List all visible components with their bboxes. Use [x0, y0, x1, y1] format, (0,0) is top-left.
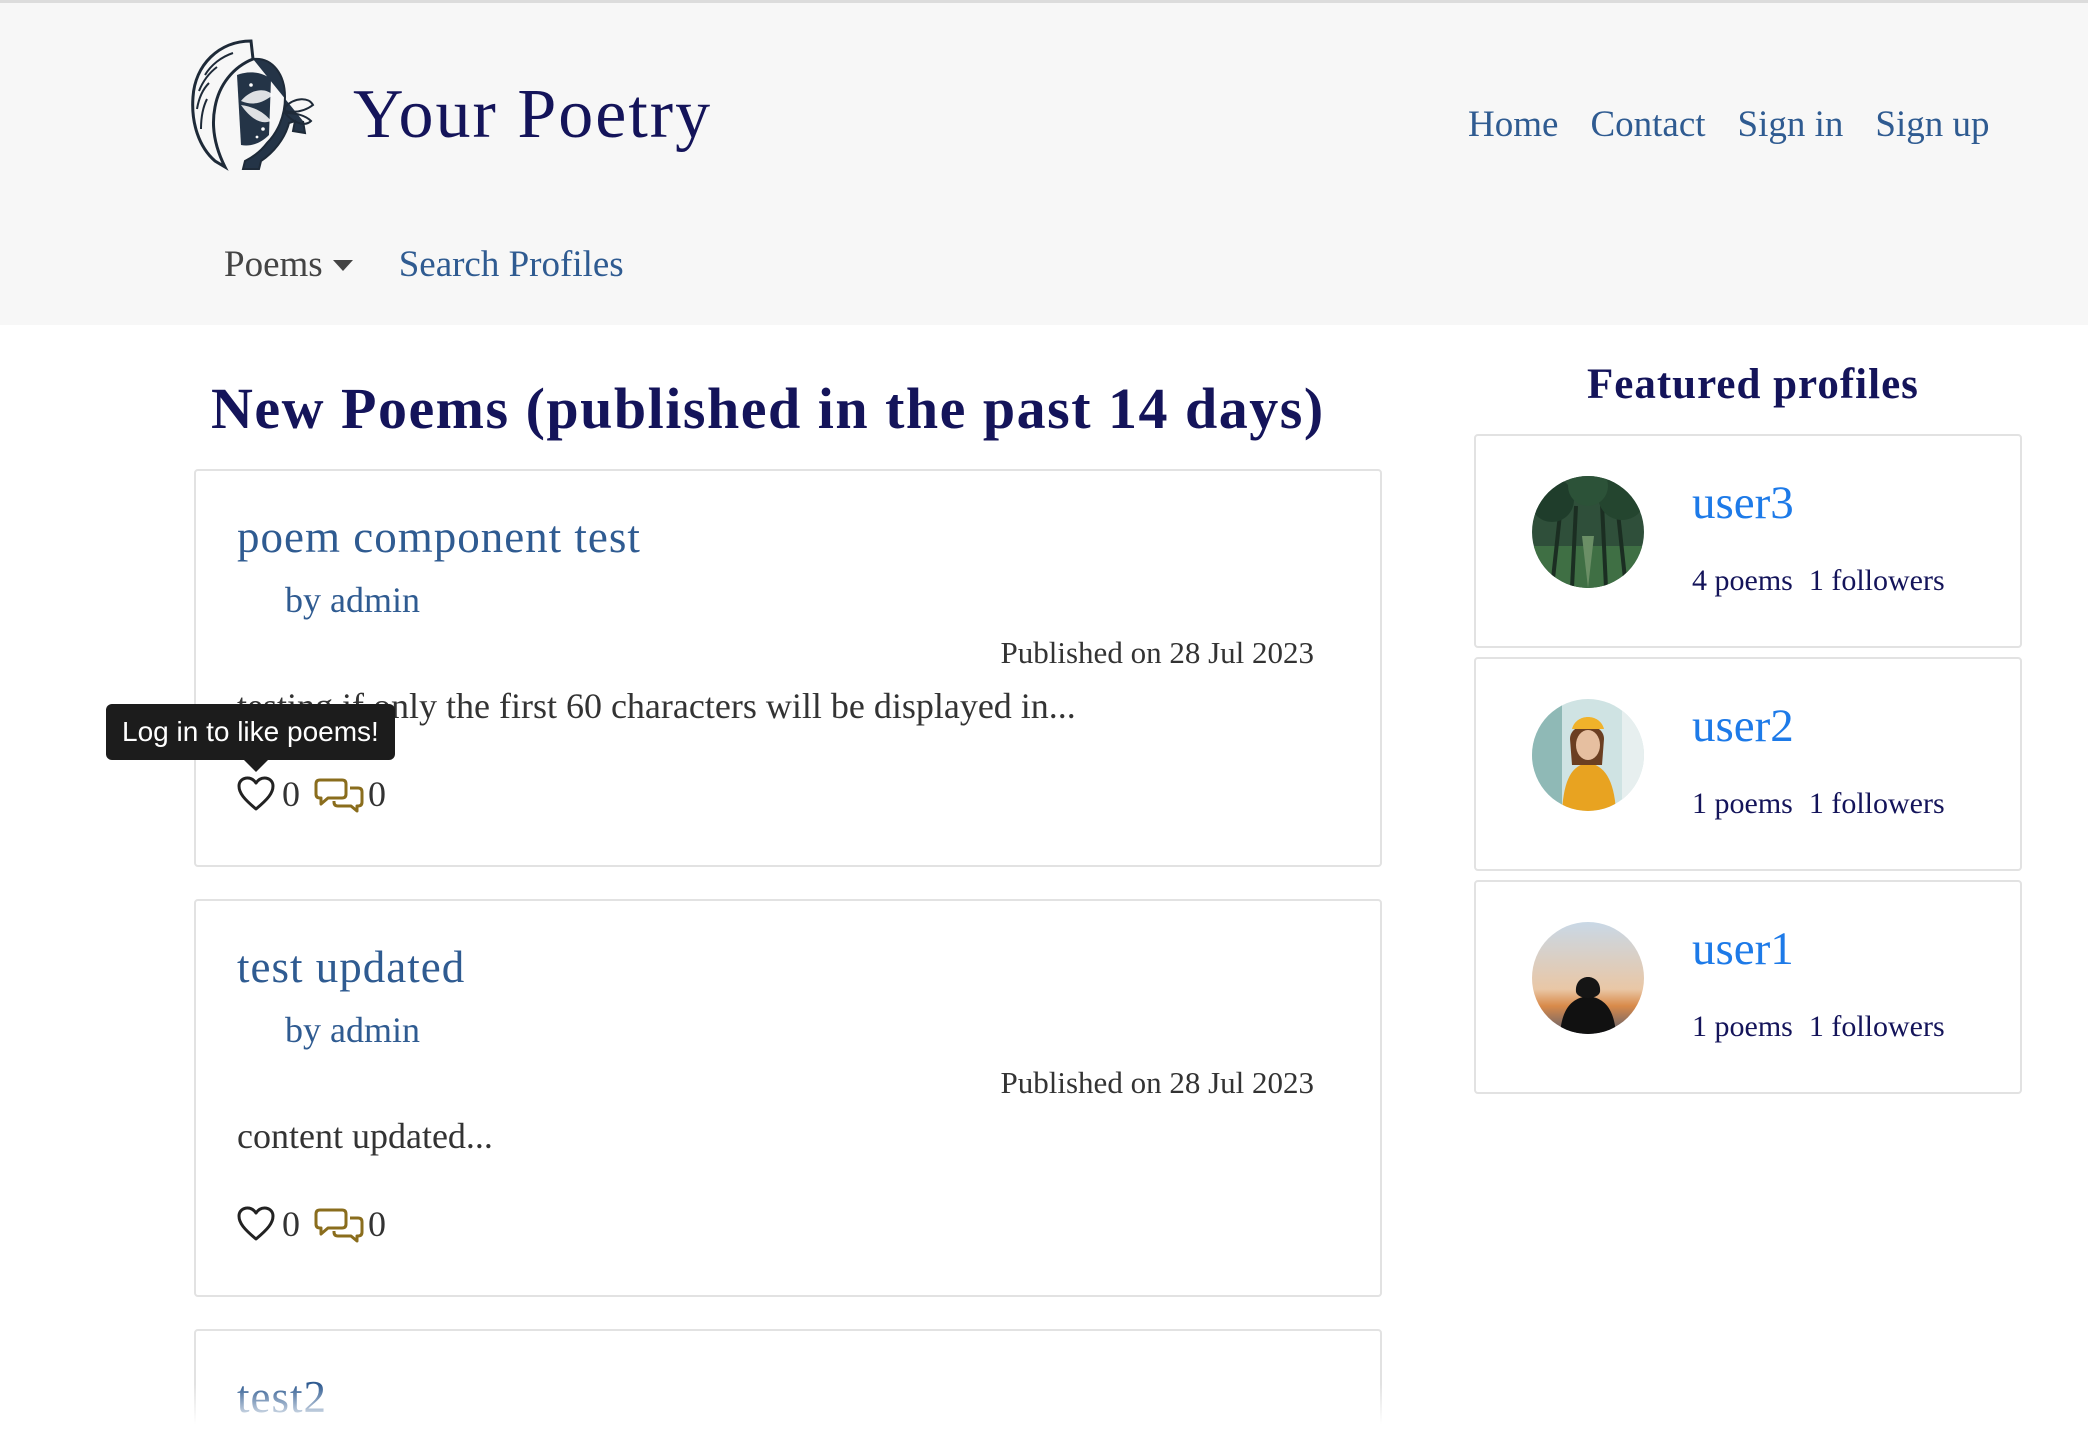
profile-username-link[interactable]: user1 — [1692, 922, 1794, 976]
profile-follower-count: 1 followers — [1808, 787, 1945, 820]
page-title: New Poems (published in the past 14 days… — [211, 376, 1325, 441]
woman-butterfly-logo-icon[interactable] — [181, 35, 321, 173]
profile-username-link[interactable]: user2 — [1692, 699, 1794, 753]
like-count: 0 — [282, 1204, 300, 1244]
poem-card: poem component test by admin Published o… — [194, 469, 1382, 867]
caret-down-icon — [332, 260, 353, 271]
poem-excerpt: content updated... — [237, 1116, 493, 1156]
poem-author-link[interactable]: by admin — [285, 1009, 420, 1051]
avatar[interactable] — [1532, 922, 1644, 1034]
comment-count: 0 — [368, 774, 386, 814]
profile-username-link[interactable]: user3 — [1692, 476, 1794, 530]
heart-icon[interactable] — [236, 1205, 276, 1243]
bottom-fade — [0, 1384, 2088, 1434]
avatar[interactable] — [1532, 476, 1644, 588]
comments-icon[interactable] — [314, 774, 364, 814]
poem-title-link[interactable]: test updated — [237, 941, 465, 993]
profile-stats: 1 poems 1 followers — [1692, 1010, 1945, 1044]
profile-poem-count: 1 poems — [1692, 787, 1793, 820]
nav-link-home[interactable]: Home — [1468, 103, 1558, 146]
profile-card[interactable]: user1 1 poems 1 followers — [1474, 880, 2022, 1094]
poem-published-date: Published on 28 Jul 2023 — [1000, 635, 1314, 670]
poem-published-date: Published on 28 Jul 2023 — [1000, 1065, 1314, 1100]
poem-card: test updated by admin Published on 28 Ju… — [194, 899, 1382, 1297]
avatar[interactable] — [1532, 699, 1644, 811]
comment-count: 0 — [368, 1204, 386, 1244]
poems-dropdown-label: Poems — [224, 244, 323, 285]
profile-card[interactable]: user3 4 poems 1 followers — [1474, 434, 2022, 648]
poem-stats: 0 0 — [236, 773, 386, 815]
poem-title-link[interactable]: poem component test — [237, 511, 641, 563]
site-header: Your Poetry Home Contact Sign in Sign up… — [0, 3, 2088, 325]
poem-stats: 0 0 — [236, 1203, 386, 1245]
search-profiles-link[interactable]: Search Profiles — [399, 243, 624, 286]
nav-link-sign-in[interactable]: Sign in — [1738, 103, 1844, 146]
nav-link-contact[interactable]: Contact — [1590, 103, 1705, 146]
profile-card[interactable]: user2 1 poems 1 followers — [1474, 657, 2022, 871]
top-navigation: Home Contact Sign in Sign up — [1468, 103, 1990, 146]
nav-link-sign-up[interactable]: Sign up — [1875, 103, 1989, 146]
profile-poem-count: 1 poems — [1692, 1010, 1793, 1043]
like-count: 0 — [282, 774, 300, 814]
profile-poem-count: 4 poems — [1692, 564, 1793, 597]
poems-dropdown[interactable]: Poems — [224, 243, 353, 286]
profile-follower-count: 1 followers — [1808, 1010, 1945, 1043]
profile-follower-count: 1 followers — [1808, 564, 1945, 597]
profile-stats: 1 poems 1 followers — [1692, 787, 1945, 821]
poem-author-link[interactable]: by admin — [285, 579, 420, 621]
secondary-navigation: Poems Search Profiles — [224, 243, 624, 286]
profile-stats: 4 poems 1 followers — [1692, 564, 1945, 598]
featured-profiles-title: Featured profiles — [1587, 361, 1919, 408]
site-title[interactable]: Your Poetry — [353, 75, 712, 155]
heart-icon[interactable] — [236, 775, 276, 813]
comments-icon[interactable] — [314, 1204, 364, 1244]
like-tooltip: Log in to like poems! — [106, 704, 395, 772]
